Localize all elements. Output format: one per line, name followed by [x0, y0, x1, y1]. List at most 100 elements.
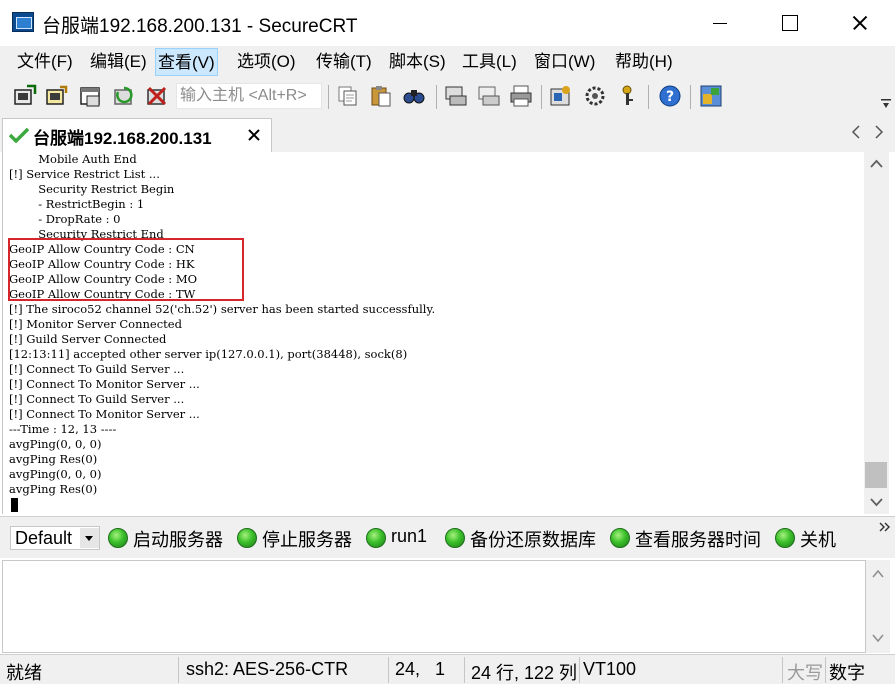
connect-in-tab-icon[interactable] [79, 84, 103, 108]
toolbar-overflow-icon[interactable] [881, 98, 891, 110]
green-status-icon [610, 528, 630, 548]
menu-options[interactable]: 选项(O) [235, 48, 298, 76]
terminal-line: Security Restrict Begin [9, 182, 175, 196]
menu-help[interactable]: 帮助(H) [613, 48, 675, 76]
scroll-up-icon[interactable] [864, 152, 889, 176]
connected-check-icon [9, 127, 29, 143]
securecrt-app-icon[interactable] [12, 12, 34, 32]
status-separator [388, 657, 389, 683]
menu-transfer[interactable]: 传输(T) [314, 48, 374, 76]
toolbar-separator [328, 85, 329, 109]
green-status-icon [237, 528, 257, 548]
menu-tools[interactable]: 工具(L) [460, 48, 519, 76]
tab-label: 台服端192.168.200.131 [33, 129, 212, 148]
button-bar-overflow-icon[interactable] [879, 521, 891, 533]
paste-icon[interactable] [369, 84, 393, 108]
window-title: 台服端192.168.200.131 - SecureCRT [42, 16, 358, 37]
print-selection-icon[interactable] [477, 84, 501, 108]
key-icon[interactable] [615, 84, 639, 108]
find-icon[interactable] [402, 84, 426, 108]
terminal-line: avgPing(0, 0, 0) [9, 467, 102, 481]
button-bar-select[interactable]: Default [10, 526, 100, 550]
button-bar-select-value: Default [15, 528, 73, 548]
help-icon[interactable]: ? [658, 84, 682, 108]
status-terminal-size: 24 行, 122 列 [471, 663, 578, 683]
terminal-scrollbar[interactable] [864, 152, 889, 514]
menu-edit[interactable]: 编辑(E) [88, 48, 149, 76]
terminal-line: Mobile Auth End [9, 152, 137, 166]
session-tab[interactable]: 台服端192.168.200.131 [2, 118, 272, 152]
scroll-down-icon[interactable] [866, 628, 890, 648]
disconnect-icon[interactable] [145, 84, 169, 108]
status-caps-lock: 大写 [787, 663, 823, 683]
sftp-icon[interactable] [699, 84, 723, 108]
close-tab-icon[interactable] [247, 128, 261, 142]
terminal-line: [!] The siroco52 channel 52('ch.52') ser… [9, 302, 436, 316]
global-options-icon[interactable] [583, 84, 607, 108]
scroll-up-icon[interactable] [866, 564, 890, 584]
status-separator [579, 657, 580, 683]
terminal-line: [!] Connect To Guild Server ... [9, 362, 185, 376]
toolbar: 输入主机 <Alt+R> ? [0, 78, 895, 116]
status-protocol: ssh2: AES-256-CTR [186, 659, 349, 679]
terminal-line: - RestrictBegin : 1 [9, 197, 145, 211]
status-separator [464, 657, 465, 683]
command-window-scrollbar[interactable] [866, 560, 890, 653]
green-status-icon [108, 528, 128, 548]
print-icon[interactable] [509, 84, 533, 108]
copy-icon[interactable] [336, 84, 360, 108]
terminal-line: [12:13:11] accepted other server ip(127.… [9, 347, 408, 361]
chevron-down-icon[interactable] [80, 528, 99, 548]
toolbar-separator [690, 85, 691, 109]
green-status-icon [366, 528, 386, 548]
terminal-cursor [11, 498, 18, 512]
terminal-line: [!] Monitor Server Connected [9, 317, 182, 331]
status-bar: 就绪 ssh2: AES-256-CTR 24, 1 24 行, 122 列 V… [0, 654, 895, 684]
terminal-line: avgPing(0, 0, 0) [9, 437, 102, 451]
menu-file[interactable]: 文件(F) [15, 48, 75, 76]
svg-text:?: ? [666, 89, 674, 105]
button-label: run1 [391, 526, 428, 546]
reconnect-icon[interactable] [112, 84, 136, 108]
terminal-line: avgPing Res(0) [9, 452, 98, 466]
terminal-line: [!] Guild Server Connected [9, 332, 167, 346]
terminal-line: [!] Connect To Monitor Server ... [9, 407, 200, 421]
tab-scroll-left-icon[interactable] [851, 125, 861, 139]
menu-window[interactable]: 窗口(W) [532, 48, 597, 76]
menu-bar: 文件(F) 编辑(E) 查看(V) 选项(O) 传输(T) 脚本(S) 工具(L… [0, 46, 895, 78]
close-window-button[interactable] [831, 0, 887, 46]
button-bar: Default 启动服务器 停止服务器 run1 备份还原数据库 查看服务器时间… [0, 516, 895, 558]
terminal-line: - DropRate : 0 [9, 212, 121, 226]
status-ready: 就绪 [6, 663, 42, 683]
maximize-button[interactable] [761, 0, 817, 46]
session-options-icon[interactable] [549, 84, 573, 108]
geoip-highlight-box [8, 238, 244, 301]
terminal-line: ---Time : 12, 13 ---- [9, 422, 117, 436]
toolbar-separator [648, 85, 649, 109]
button-label: 停止服务器 [262, 530, 352, 550]
toolbar-separator [541, 85, 542, 109]
button-label: 备份还原数据库 [470, 530, 596, 550]
status-separator [178, 657, 179, 683]
command-window[interactable] [2, 560, 866, 653]
terminal-output[interactable]: Mobile Auth End [!] Service Restrict Lis… [2, 152, 864, 514]
status-num-lock: 数字 [829, 663, 865, 683]
quick-connect-input[interactable]: 输入主机 <Alt+R> [176, 83, 322, 109]
terminal-scroll-thumb[interactable] [865, 462, 887, 488]
print-screen-icon[interactable] [444, 84, 468, 108]
connect-icon[interactable] [13, 84, 37, 108]
minimize-button[interactable] [691, 0, 747, 46]
quick-connect-icon[interactable] [45, 84, 69, 108]
button-label: 关机 [800, 530, 836, 550]
status-separator [825, 657, 826, 683]
button-label: 启动服务器 [133, 530, 223, 550]
tab-scroll-right-icon[interactable] [874, 125, 884, 139]
menu-script[interactable]: 脚本(S) [387, 48, 448, 76]
toolbar-separator [436, 85, 437, 109]
terminal-line: avgPing Res(0) [9, 482, 98, 496]
green-status-icon [445, 528, 465, 548]
menu-view[interactable]: 查看(V) [155, 48, 218, 76]
scroll-down-icon[interactable] [864, 490, 889, 514]
status-separator [782, 657, 783, 683]
title-bar: 台服端192.168.200.131 - SecureCRT [0, 0, 895, 46]
